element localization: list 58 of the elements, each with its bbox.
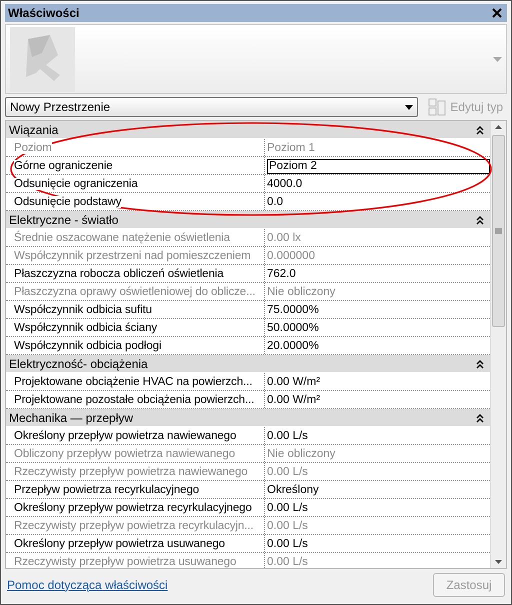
property-value: Nie obliczony xyxy=(267,448,336,460)
property-name: Średnie oszacowane natężenie oświetlenia xyxy=(14,232,230,244)
window-title: Właściwości xyxy=(8,6,80,20)
property-name: Odsunięcie podstawy xyxy=(14,196,122,208)
property-name: Odsunięcie ograniczenia xyxy=(14,178,138,190)
property-name: Obliczony przepływ powietrza nawiewanego xyxy=(14,448,236,460)
property-value[interactable]: 75.0000% xyxy=(267,304,319,316)
scrollbar[interactable] xyxy=(490,121,506,568)
section-header[interactable]: Wiązania xyxy=(6,121,490,139)
collapse-icon[interactable] xyxy=(476,412,484,422)
property-value[interactable]: 20.0000% xyxy=(267,340,319,352)
property-value[interactable]: 0.00 L/s xyxy=(267,430,308,442)
property-value[interactable]: 4000.0 xyxy=(267,178,302,190)
property-value[interactable]: Określony xyxy=(267,484,319,496)
property-value[interactable]: 50.0000% xyxy=(267,322,319,334)
property-value: 0.00 lx xyxy=(267,232,301,244)
property-name: Poziom xyxy=(14,142,52,154)
property-name: Współczynnik odbicia ściany xyxy=(14,322,158,334)
section-header[interactable]: Elektryczne - światło xyxy=(6,211,490,229)
grip-icon[interactable] xyxy=(495,228,502,234)
edit-type-icon xyxy=(428,98,446,116)
property-name: Określony przepływ powietrza usuwanego xyxy=(14,538,225,550)
property-name: Współczynnik przestrzeni nad pomieszczeniem xyxy=(14,250,251,262)
property-name: Płaszczyzna robocza obliczeń oświetlenia xyxy=(14,268,224,280)
property-name: Górne ograniczenie xyxy=(14,160,113,172)
type-selector[interactable]: Nowy Przestrzenie xyxy=(5,97,418,117)
property-name: Projektowane obciążenie HVAC na powierzch... xyxy=(14,376,252,388)
collapse-icon[interactable] xyxy=(476,214,484,224)
property-name: Projektowane pozostałe obciążenia powierzch... xyxy=(14,394,254,406)
property-value[interactable]: 0.0 xyxy=(267,196,283,208)
dropdown-arrow-icon[interactable] xyxy=(405,104,414,110)
property-value: 0.00 L/s xyxy=(267,466,308,478)
property-value[interactable]: 762.0 xyxy=(267,268,296,280)
property-value[interactable]: 0.00 W/m² xyxy=(267,394,320,406)
property-name: Określony przepływ powietrza recyrkulacyjnego xyxy=(14,502,252,514)
property-value[interactable]: 0.00 L/s xyxy=(267,538,308,550)
property-name: Rzeczywisty przepływ powietrza recyrkulacyjn... xyxy=(14,520,254,532)
property-value: 0.00 L/s xyxy=(267,556,308,568)
close-icon[interactable] xyxy=(490,6,504,20)
property-name: Określony przepływ powietrza nawiewanego xyxy=(14,430,236,442)
section-header[interactable]: Elektryczność- obciążenia xyxy=(6,355,490,373)
section-header[interactable]: Mechanika — przepływ xyxy=(6,409,490,427)
collapse-icon[interactable] xyxy=(476,124,484,134)
property-value: Nie obliczony xyxy=(267,286,336,298)
property-value: Poziom 1 xyxy=(267,142,315,154)
property-value[interactable]: 0.00 L/s xyxy=(267,502,308,514)
collapse-icon[interactable] xyxy=(476,358,484,368)
property-name: Rzeczywisty przepływ powietrza nawiewanego xyxy=(14,466,248,478)
help-link[interactable]: Pomoc dotycząca właściwości xyxy=(7,578,168,592)
property-value[interactable]: 0.00 W/m² xyxy=(267,376,320,388)
property-value: 0.000000 xyxy=(267,250,315,262)
property-name: Współczynnik odbicia podłogi xyxy=(14,340,162,352)
property-name: Rzeczywisty przepływ powietrza usuwanego xyxy=(14,556,236,568)
property-name: Przepływ powietrza recyrkulacyjnego xyxy=(14,484,200,496)
property-name: Współczynnik odbicia sufitu xyxy=(14,304,152,316)
property-name: Płaszczyzna oprawy oświetleniowej do oblicze... xyxy=(14,286,256,298)
value-field[interactable]: Poziom 2 xyxy=(267,158,490,174)
property-value: 0.00 L/s xyxy=(267,520,308,532)
